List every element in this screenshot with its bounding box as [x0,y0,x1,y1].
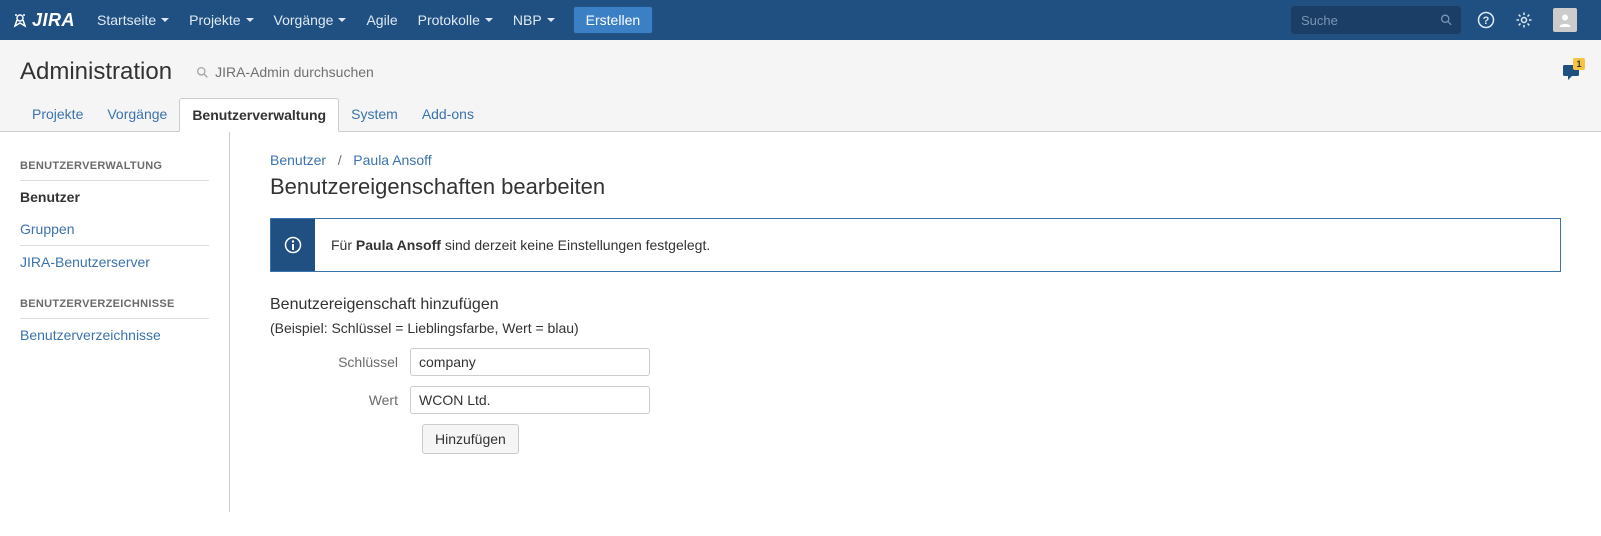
nav-right: ? [1291,0,1589,40]
sidebar-item-benutzer[interactable]: Benutzer [20,181,229,213]
user-menu[interactable] [1545,0,1589,40]
info-username: Paula Ansoff [356,237,441,253]
help-icon: ? [1477,11,1495,29]
info-suffix: sind derzeit keine Einstellungen festgel… [441,237,710,253]
breadcrumb-root[interactable]: Benutzer [270,152,326,168]
breadcrumb-current[interactable]: Paula Ansoff [353,152,431,168]
user-icon [1557,12,1573,28]
add-button[interactable]: Hinzufügen [422,424,519,454]
admin-search[interactable]: JIRA-Admin durchsuchen [196,64,374,80]
nav-projekte[interactable]: Projekte [179,0,263,40]
label-value: Wert [270,392,410,408]
gear-icon [1515,11,1533,29]
search-icon [1440,13,1453,27]
page-heading: Benutzereigenschaften bearbeiten [270,174,1561,200]
form-hint: (Beispiel: Schlüssel = Lieblingsfarbe, W… [270,320,1561,336]
jira-logo[interactable]: JIRA [12,10,75,31]
admin-search-placeholder: JIRA-Admin durchsuchen [215,64,374,80]
chevron-down-icon [338,18,346,22]
label-key: Schlüssel [270,354,410,370]
input-value[interactable] [410,386,650,414]
avatar [1553,8,1577,32]
search-input[interactable] [1299,12,1440,29]
form-row-key: Schlüssel [270,348,1561,376]
nav-nbp[interactable]: NBP [503,0,565,40]
info-panel: Für Paula Ansoff sind derzeit keine Eins… [270,218,1561,272]
search-icon [196,66,209,79]
chevron-down-icon [161,18,169,22]
nav-agile[interactable]: Agile [356,0,407,40]
nav-protokolle[interactable]: Protokolle [408,0,503,40]
form-row-value: Wert [270,386,1561,414]
admin-title-row: Administration JIRA-Admin durchsuchen 1 [0,40,1601,98]
nav-label: Startseite [97,12,156,28]
chevron-down-icon [246,18,254,22]
jira-logo-icon [12,12,28,28]
nav-startseite[interactable]: Startseite [87,0,179,40]
info-icon [284,236,302,254]
sidebar-section-benutzerverzeichnisse: BENUTZERVERZEICHNISSE [20,290,209,319]
admin-tabs: Projekte Vorgänge Benutzerverwaltung Sys… [0,98,1601,131]
nav-vorgaenge[interactable]: Vorgänge [264,0,357,40]
sidebar-item-jira-benutzerserver[interactable]: JIRA-Benutzerserver [20,246,229,278]
tab-vorgaenge[interactable]: Vorgänge [95,98,179,131]
admin-header: Administration JIRA-Admin durchsuchen 1 … [0,40,1601,132]
page-title: Administration [20,58,172,86]
breadcrumb-separator: / [338,152,342,168]
nav-label: Protokolle [418,12,480,28]
nav-label: Agile [366,12,397,28]
body: BENUTZERVERWALTUNG Benutzer Gruppen JIRA… [0,132,1601,512]
nav-label: Vorgänge [274,12,334,28]
feedback-button[interactable]: 1 [1561,62,1581,82]
settings-menu[interactable] [1507,0,1545,40]
tab-addons[interactable]: Add-ons [410,98,486,131]
svg-text:?: ? [1483,15,1490,27]
sidebar-section-benutzerverwaltung: BENUTZERVERWALTUNG [20,152,209,181]
logo-text: JIRA [32,10,75,31]
create-button[interactable]: Erstellen [573,6,653,34]
tab-benutzerverwaltung[interactable]: Benutzerverwaltung [179,98,339,132]
top-nav: JIRA Startseite Projekte Vorgänge Agile … [0,0,1601,40]
breadcrumb: Benutzer / Paula Ansoff [270,152,1561,168]
help-menu[interactable]: ? [1469,0,1507,40]
nav-label: Projekte [189,12,240,28]
chevron-down-icon [547,18,555,22]
sidebar: BENUTZERVERWALTUNG Benutzer Gruppen JIRA… [0,132,230,512]
feedback-badge: 1 [1573,58,1585,70]
nav-items: Startseite Projekte Vorgänge Agile Proto… [87,0,653,40]
section-heading: Benutzereigenschaft hinzufügen [270,296,1561,314]
info-prefix: Für [331,237,356,253]
info-body: Für Paula Ansoff sind derzeit keine Eins… [315,219,726,271]
chevron-down-icon [485,18,493,22]
global-search[interactable] [1291,6,1461,34]
tab-projekte[interactable]: Projekte [20,98,95,131]
main-content: Benutzer / Paula Ansoff Benutzereigensch… [230,132,1601,512]
tab-system[interactable]: System [339,98,410,131]
sidebar-item-benutzerverzeichnisse[interactable]: Benutzerverzeichnisse [20,319,229,351]
info-icon-column [271,219,315,271]
nav-label: NBP [513,12,542,28]
input-key[interactable] [410,348,650,376]
sidebar-item-gruppen[interactable]: Gruppen [20,213,209,246]
